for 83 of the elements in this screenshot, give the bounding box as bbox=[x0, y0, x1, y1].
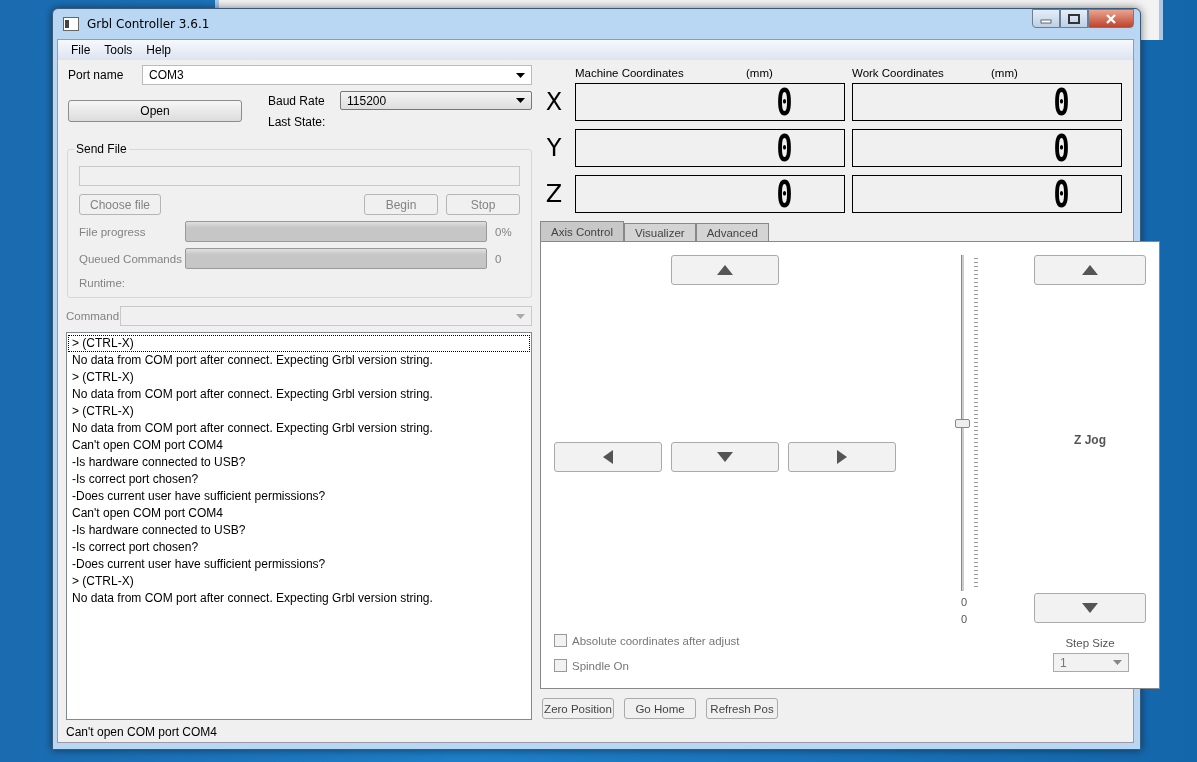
console-line: -Does current user have sufficient permissions? bbox=[71, 556, 327, 573]
unit-label: (mm) bbox=[991, 67, 1019, 79]
jog-down-button[interactable] bbox=[671, 442, 779, 472]
last-state-label: Last State: bbox=[268, 115, 327, 129]
dropdown-arrow-icon bbox=[516, 313, 525, 319]
console-line: No data from COM port after connect. Expecting Grbl version string. bbox=[71, 590, 434, 607]
dropdown-arrow-icon bbox=[516, 98, 525, 103]
coordinate-value: 0 bbox=[1053, 175, 1070, 213]
z-jog-label: Z Jog bbox=[1073, 433, 1107, 449]
jog-up-button[interactable] bbox=[671, 255, 779, 285]
console-line: Can't open COM port COM4 bbox=[71, 505, 224, 522]
console-line: No data from COM port after connect. Expecting Grbl version string. bbox=[71, 352, 434, 369]
dropdown-arrow-icon bbox=[1113, 660, 1122, 665]
menu-item[interactable]: File bbox=[64, 43, 98, 57]
left-arrow-icon bbox=[601, 448, 615, 466]
send-file-title: Send File bbox=[74, 142, 129, 156]
z-slider[interactable] bbox=[954, 255, 980, 591]
coordinate-value: 0 bbox=[1053, 83, 1070, 121]
slider-reading: 0 bbox=[960, 613, 968, 625]
progress-reading: 0 bbox=[495, 252, 502, 265]
coordinate-value: 0 bbox=[776, 129, 793, 167]
checkbox-label: Spindle On bbox=[572, 659, 629, 672]
z-up-button[interactable] bbox=[1034, 255, 1146, 285]
up-arrow-icon bbox=[1080, 263, 1100, 277]
machine-coordinates-label: Machine Coordinates bbox=[575, 67, 685, 79]
baud-rate-dropdown[interactable]: 115200 bbox=[340, 91, 532, 110]
coordinate-value: 0 bbox=[776, 175, 793, 213]
open-button[interactable]: Open bbox=[68, 100, 242, 122]
tab[interactable]: Advanced bbox=[695, 223, 769, 241]
step-size-label: Step Size bbox=[1065, 637, 1115, 649]
checkbox-label: Absolute coordinates after adjust bbox=[572, 634, 740, 647]
action-button[interactable]: Refresh Pos bbox=[706, 698, 778, 719]
axis-label: Z bbox=[544, 180, 564, 208]
slider-thumb[interactable] bbox=[955, 419, 970, 428]
console-line: No data from COM port after connect. Expecting Grbl version string. bbox=[71, 386, 434, 403]
slider-reading: 0 bbox=[960, 596, 968, 608]
close-icon bbox=[1105, 13, 1117, 24]
maximize-icon bbox=[1068, 13, 1080, 24]
axis-label: X bbox=[544, 88, 564, 116]
minimize-button[interactable] bbox=[1032, 9, 1060, 28]
down-arrow-icon bbox=[715, 450, 735, 464]
down-arrow-icon bbox=[1080, 601, 1100, 615]
console-line: -Does current user have sufficient permissions? bbox=[71, 488, 327, 505]
console-line: -Is hardware connected to USB? bbox=[71, 522, 247, 539]
tab[interactable]: Visualizer bbox=[624, 223, 696, 241]
progress-label: File progress bbox=[79, 225, 147, 238]
console-line: > (CTRL-X) bbox=[71, 369, 135, 386]
coordinate-value: 0 bbox=[1053, 129, 1070, 167]
jog-left-button[interactable] bbox=[554, 442, 662, 472]
menu-item[interactable]: Tools bbox=[97, 43, 140, 57]
z-down-button[interactable] bbox=[1034, 593, 1146, 623]
status-text: Can't open COM port COM4 bbox=[66, 725, 217, 739]
progress-label: Queued Commands bbox=[79, 252, 183, 265]
console-line: -Is hardware connected to USB? bbox=[71, 454, 247, 471]
action-button[interactable]: Zero Position bbox=[542, 698, 614, 719]
coordinate-value: 0 bbox=[776, 83, 793, 121]
maximize-button[interactable] bbox=[1060, 9, 1088, 28]
command-label: Command bbox=[66, 310, 120, 322]
work-coordinates-label: Work Coordinates bbox=[852, 67, 945, 79]
action-button[interactable]: Go Home bbox=[624, 698, 696, 719]
menu-item[interactable]: Help bbox=[139, 43, 179, 57]
port-name-dropdown[interactable]: COM3 bbox=[142, 65, 532, 85]
app-icon bbox=[63, 17, 79, 31]
console-line: > (CTRL-X) bbox=[71, 573, 135, 590]
unit-label: (mm) bbox=[746, 67, 774, 79]
up-arrow-icon bbox=[715, 263, 735, 277]
console-line: No data from COM port after connect. Expecting Grbl version string. bbox=[71, 420, 434, 437]
runtime-label: Runtime: bbox=[79, 277, 127, 289]
tab[interactable]: Axis Control bbox=[540, 221, 624, 241]
jog-right-button[interactable] bbox=[788, 442, 896, 472]
port-name-label: Port name bbox=[67, 68, 125, 82]
console-line: > (CTRL-X) bbox=[68, 335, 530, 352]
console-line: -Is correct port chosen? bbox=[71, 539, 200, 556]
progress-reading: 0% bbox=[495, 225, 512, 238]
baud-rate-label: Baud Rate bbox=[268, 93, 326, 108]
right-arrow-icon bbox=[835, 448, 849, 466]
axis-label: Y bbox=[545, 134, 563, 162]
close-button[interactable] bbox=[1088, 9, 1134, 28]
console-line: > (CTRL-X) bbox=[71, 403, 135, 420]
window-title: Grbl Controller 3.6.1 bbox=[87, 17, 210, 31]
console-line: -Is correct port chosen? bbox=[71, 471, 200, 488]
dropdown-arrow-icon bbox=[516, 72, 525, 78]
console-line: Can't open COM port COM4 bbox=[71, 437, 224, 454]
